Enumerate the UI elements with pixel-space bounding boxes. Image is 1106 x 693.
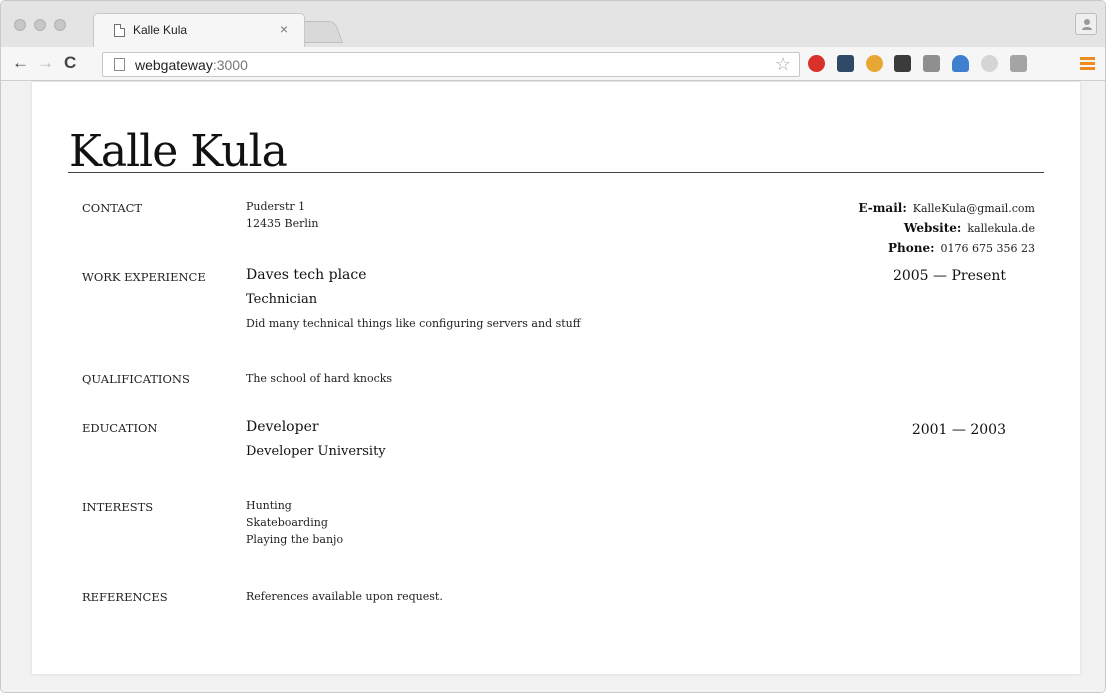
tab-title: Kalle Kula <box>133 23 188 37</box>
browser-window: Kalle Kula × ← → C webgateway:3000 ☆ Kal… <box>0 0 1106 693</box>
forward-icon[interactable]: → <box>37 54 54 72</box>
window-extension-icon[interactable] <box>1010 55 1027 72</box>
work-dates: 2005 — Present <box>892 268 1006 284</box>
website-label: Website: <box>903 221 962 235</box>
menu-icon[interactable] <box>1080 57 1095 72</box>
phone-label: Phone: <box>887 241 935 255</box>
download-extension-icon[interactable] <box>952 55 969 72</box>
education-degree: Developer <box>246 419 319 435</box>
dark-extension-icon[interactable] <box>894 55 911 72</box>
work-experience-label: WORK EXPERIENCE <box>82 270 206 284</box>
references-text: References available upon request. <box>246 590 443 603</box>
email-value: KalleKula@gmail.com <box>912 202 1035 215</box>
qualifications-label: QUALIFICATIONS <box>82 372 190 386</box>
name-divider <box>68 172 1044 173</box>
address-bar[interactable]: webgateway:3000 ☆ <box>102 52 800 77</box>
address-line-1: Puderstr 1 <box>246 200 306 213</box>
minimize-window-button[interactable] <box>34 19 46 31</box>
resume-name: Kalle Kula <box>69 126 288 177</box>
profile-button[interactable] <box>1075 13 1097 35</box>
education-dates: 2001 — 2003 <box>911 422 1006 438</box>
phone-value: 0176 675 356 23 <box>940 242 1035 255</box>
page-icon <box>114 58 125 71</box>
tab-strip: Kalle Kula × <box>1 1 1105 47</box>
email-label: E-mail: <box>858 201 907 215</box>
email-row: E-mail: KalleKula@gmail.com <box>858 198 1035 218</box>
tab-close-icon[interactable]: × <box>280 22 288 36</box>
reload-icon[interactable]: C <box>64 54 76 72</box>
page-viewport: Kalle Kula CONTACT Puderstr 1 12435 Berl… <box>1 82 1105 692</box>
person-icon <box>1082 19 1092 30</box>
adblock-extension-icon[interactable] <box>808 55 825 72</box>
terminal-extension-icon[interactable] <box>837 55 854 72</box>
website-value: kallekula.de <box>967 222 1035 235</box>
lock-extension-icon[interactable] <box>923 55 940 72</box>
url-text[interactable]: webgateway:3000 <box>135 57 248 73</box>
page-icon <box>114 24 125 37</box>
cookie-extension-icon[interactable] <box>866 55 883 72</box>
interest-item: Skateboarding <box>246 516 328 529</box>
interest-item: Hunting <box>246 499 292 512</box>
browser-tab[interactable]: Kalle Kula × <box>93 13 305 47</box>
back-icon[interactable]: ← <box>12 54 29 72</box>
url-host: webgateway <box>135 57 213 73</box>
work-description: Did many technical things like configuri… <box>246 317 581 330</box>
website-row: Website: kallekula.de <box>858 218 1035 238</box>
work-company: Daves tech place <box>246 267 367 283</box>
close-window-button[interactable] <box>14 19 26 31</box>
bookmark-star-icon[interactable]: ☆ <box>775 54 791 75</box>
work-role: Technician <box>246 292 318 307</box>
qualifications-text: The school of hard knocks <box>246 372 393 385</box>
interests-label: INTERESTS <box>82 500 154 514</box>
phone-row: Phone: 0176 675 356 23 <box>858 238 1035 258</box>
browser-toolbar: ← → C webgateway:3000 ☆ <box>1 47 1105 81</box>
url-port: :3000 <box>212 57 248 73</box>
education-label: EDUCATION <box>82 421 158 435</box>
references-label: REFERENCES <box>82 590 168 604</box>
contact-label: CONTACT <box>82 201 143 215</box>
education-school: Developer University <box>246 444 386 459</box>
search-extension-icon[interactable] <box>981 55 998 72</box>
address-line-2: 12435 Berlin <box>246 217 319 230</box>
resume-page: Kalle Kula CONTACT Puderstr 1 12435 Berl… <box>32 82 1080 674</box>
contact-details: E-mail: KalleKula@gmail.com Website: kalle… <box>858 198 1035 258</box>
interest-item: Playing the banjo <box>246 533 344 546</box>
zoom-window-button[interactable] <box>54 19 66 31</box>
